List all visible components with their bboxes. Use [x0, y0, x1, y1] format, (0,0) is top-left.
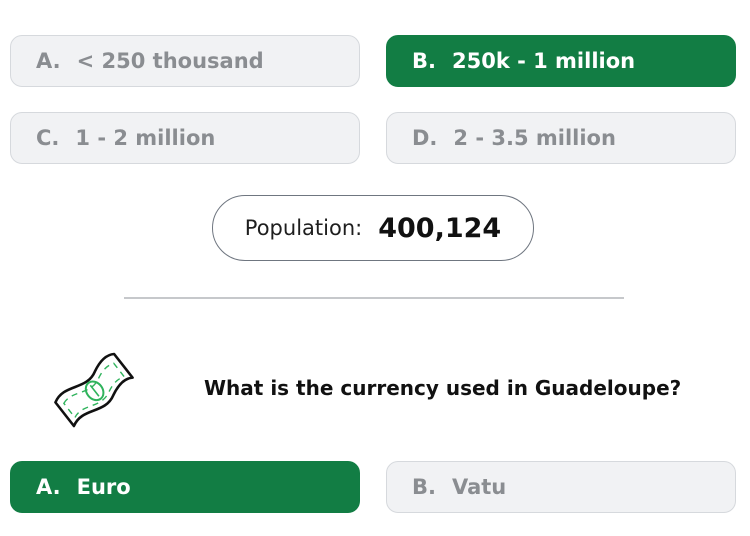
- answer-option-a[interactable]: A. Euro: [10, 461, 360, 513]
- option-letter: D.: [412, 126, 438, 150]
- option-letter: B.: [412, 49, 436, 73]
- option-text: Vatu: [451, 475, 507, 499]
- answer-option-b[interactable]: B. Vatu: [386, 461, 736, 513]
- prev-option-a[interactable]: A. < 250 thousand: [10, 35, 360, 87]
- option-letter: C.: [36, 126, 60, 150]
- population-value: 400,124: [378, 212, 502, 244]
- option-text: Euro: [76, 475, 131, 499]
- quiz-page: A. < 250 thousand B. 250k - 1 million C.…: [0, 0, 750, 536]
- option-text: < 250 thousand: [76, 49, 264, 73]
- question-text: What is the currency used in Guadeloupe?: [204, 376, 682, 400]
- prev-option-b[interactable]: B. 250k - 1 million: [386, 35, 736, 87]
- option-letter: B.: [412, 475, 436, 499]
- divider: [124, 297, 624, 299]
- option-text: 250k - 1 million: [451, 49, 636, 73]
- prev-option-d[interactable]: D. 2 - 3.5 million: [386, 112, 736, 164]
- prev-option-c[interactable]: C. 1 - 2 million: [10, 112, 360, 164]
- population-label: Population:: [244, 216, 363, 240]
- option-letter: A.: [36, 475, 61, 499]
- money-bill-icon: [54, 352, 134, 428]
- option-text: 1 - 2 million: [75, 126, 216, 150]
- option-text: 2 - 3.5 million: [453, 126, 616, 150]
- option-letter: A.: [36, 49, 61, 73]
- population-result: Population: 400,124: [212, 195, 534, 261]
